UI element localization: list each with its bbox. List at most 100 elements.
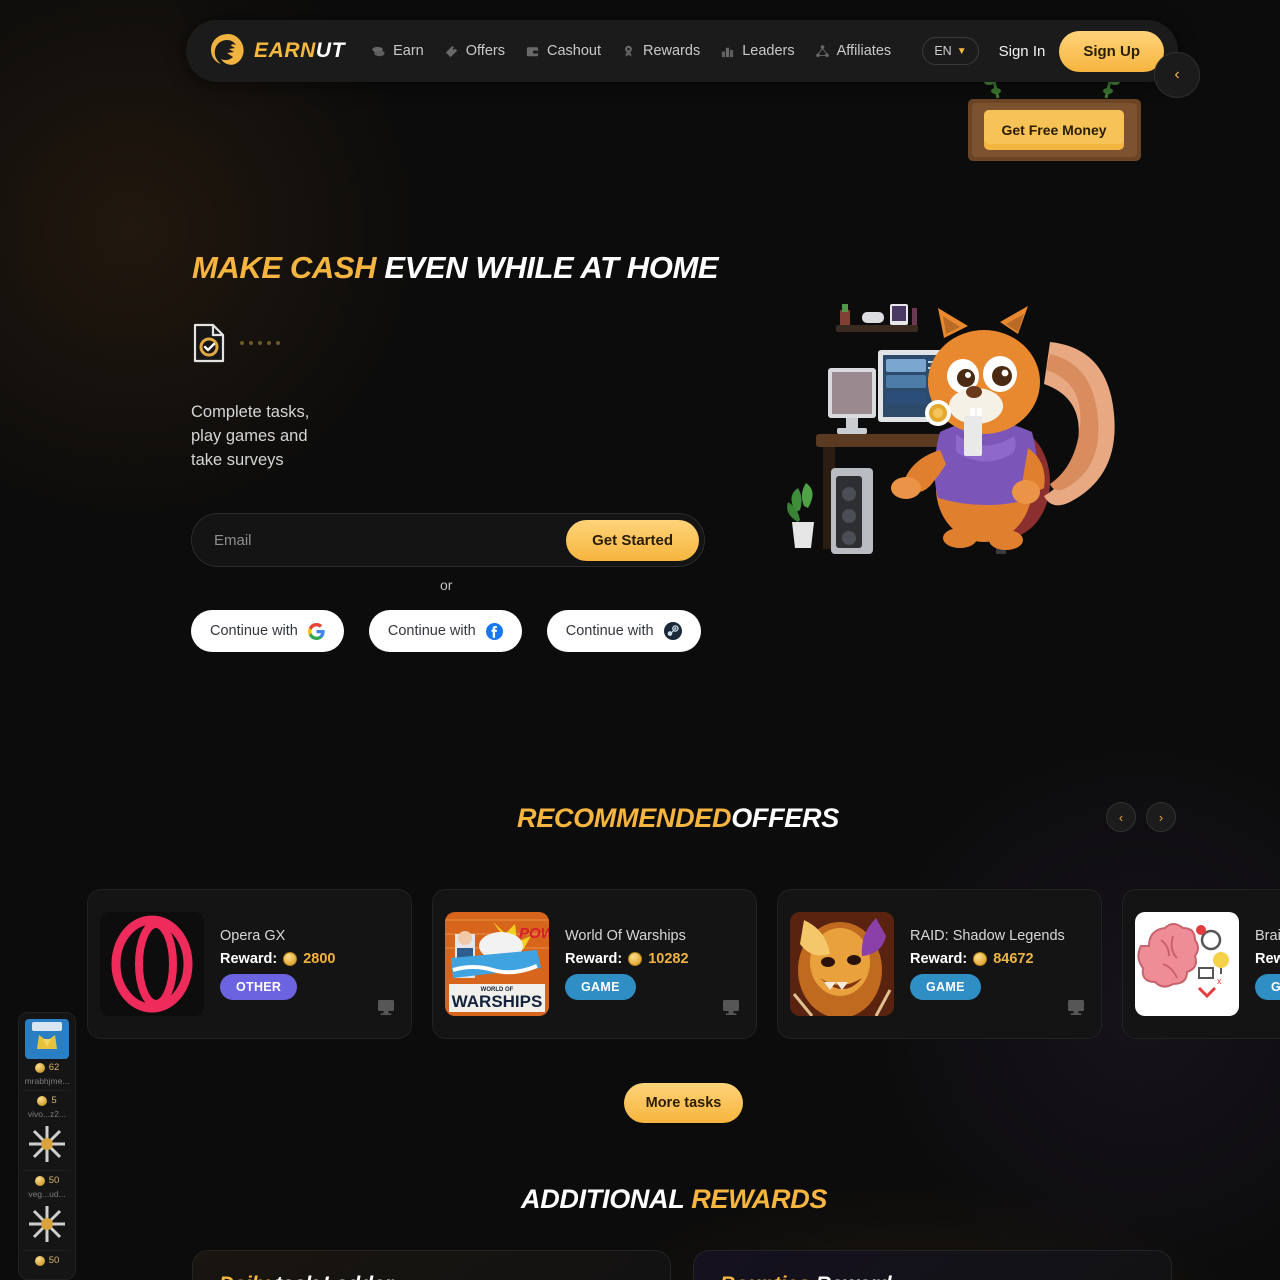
offer-category-badge: GAME [910,974,981,1000]
continue-with-steam-button[interactable]: Continue with [546,610,701,652]
hero-feature-row [192,322,280,364]
activity-feed-item[interactable]: 62 mrabhjme... [23,1019,71,1091]
svg-text:WORLD OF: WORLD OF [481,987,514,993]
coin-icon [37,1095,48,1106]
chevron-left-icon: ‹ [1118,809,1124,825]
offer-reward: Reward: 2800 [220,951,335,967]
squirrel-logo-icon [211,34,244,65]
medal-icon [625,45,632,57]
nav-item-cashout-label: Cashout [546,43,601,59]
share-network-icon [815,44,829,57]
nav-item-rewards[interactable]: Rewards [621,43,700,59]
more-tasks-button[interactable]: More tasks [624,1083,743,1123]
dart-wheel-icon [28,1125,66,1163]
world-of-warships-art: POW WARSHIPS WORLD OF [445,912,549,1016]
continue-with-steam-label: Continue with [565,623,654,639]
activity-feed-amount: 50 [34,1255,59,1266]
hero-title: MAKE CASH EVEN WHILE AT HOME [192,250,719,286]
coin-icon [34,1255,45,1266]
offer-name: RAID: Shadow Legends [910,928,1065,944]
offer-reward: Reward: 84672 [910,951,1065,967]
activity-feed-item[interactable]: 50 veg...ud... [23,1175,71,1251]
nav-item-cashout[interactable]: Cashout [525,43,601,59]
activity-feed-sidebar[interactable]: 62 mrabhjme... 5 vivo...z2... 50 veg...u… [18,1012,76,1280]
offer-reward-label: Reward: [220,951,278,967]
offer-card[interactable]: Opera GX Reward: 2800 OTHER [87,889,412,1039]
offers-carousel-prev-button[interactable]: ‹ [1106,802,1136,832]
recommended-offers-heading-white: OFFERS [731,803,839,833]
brain-puzzle-art: x [1135,912,1239,1016]
hero-title-white: EVEN WHILE AT HOME [384,250,719,285]
chevron-down-icon: ▼ [956,45,967,57]
offer-reward-value: 10282 [648,951,689,967]
nav-item-rewards-label: Rewards [642,43,701,59]
offer-reward-value: 2800 [303,951,336,967]
nav-item-affiliates[interactable]: Affiliates [815,43,892,59]
google-icon [307,622,325,640]
offer-reward-value: 84672 [993,951,1034,967]
offer-category-badge: OTHER [220,974,298,1000]
offer-thumbnail: x [1135,912,1239,1016]
sign-in-link[interactable]: Sign In [999,43,1046,60]
get-free-money-sign[interactable]: Get Free Money [962,71,1147,170]
nav-item-earn[interactable]: Earn [371,43,424,59]
offer-thumbnail [100,912,204,1016]
nav-item-affiliates-label: Affiliates [836,43,892,59]
offers-carousel-controls: ‹ › [1106,802,1176,832]
email-input[interactable] [214,531,567,549]
or-divider-label: or [440,577,453,593]
hero-title-gold: MAKE CASH [192,250,377,285]
svg-text:x: x [1217,976,1222,986]
reward-panel[interactable]: Daily task Ladder [192,1250,671,1280]
coins-icon [372,46,385,56]
chevron-left-icon: ‹ [1174,66,1180,83]
brand-name: EARNUT [254,39,345,63]
raid-shadow-legends-art [790,912,894,1016]
svg-text:POW: POW [519,925,549,942]
tag-icon [445,45,457,57]
nav-item-offers-label: Offers [465,43,505,59]
wallet-icon [526,46,539,56]
activity-feed-item[interactable]: 50 [23,1255,71,1270]
coin-icon [628,952,643,966]
chevron-right-icon: › [1158,809,1164,825]
continue-with-google-button[interactable]: Continue with [191,610,344,652]
additional-rewards-heading-white: ADDITIONAL [521,1184,684,1214]
reward-panel[interactable]: Bounties Reward [693,1250,1172,1280]
continue-with-facebook-button[interactable]: Continue with [368,610,522,652]
offer-card[interactable]: POW WARSHIPS WORLD OF World Of Warships … [432,889,757,1039]
reward-panel-title: Daily task Ladder [219,1273,644,1280]
get-free-money-label: Get Free Money [1001,122,1106,138]
activity-feed-amount: 62 [34,1062,60,1073]
sign-up-button[interactable]: Sign Up [1059,30,1164,72]
reward-panel-title-gold: Bounties [720,1273,810,1280]
additional-rewards-heading: ADDITIONAL REWARDS [521,1184,827,1215]
offer-card[interactable]: x Brain Test Reward: GAME [1122,889,1280,1039]
activity-feed-amount: 5 [37,1095,57,1106]
offer-details: Brain Test Reward: GAME [1255,928,1280,1000]
offer-details: Opera GX Reward: 2800 OTHER [220,928,335,1000]
email-signup-bar: Get Started [191,513,705,567]
offer-name: Brain Test [1255,928,1280,944]
offers-carousel: Opera GX Reward: 2800 OTHER PO WARSHIPS … [87,889,1280,1039]
recommended-offers-heading-gold: RECOMMENDED [517,803,732,833]
nav-item-offers[interactable]: Offers [444,43,505,59]
continue-with-facebook-label: Continue with [387,623,476,639]
activity-feed-item[interactable]: 5 vivo...z2... [23,1095,71,1171]
offer-card[interactable]: RAID: Shadow Legends Reward: 84672 GAME [777,889,1102,1039]
offers-carousel-next-button[interactable]: › [1146,802,1176,832]
activity-feed-amount-value: 62 [48,1062,60,1073]
nav-links: Earn Offers Cashout Rewards Leaders Affi… [371,43,922,59]
opera-gx-logo [100,912,204,1016]
facebook-icon [485,622,503,640]
sidebar-collapse-toggle[interactable]: ‹ [1154,52,1200,98]
offer-details: RAID: Shadow Legends Reward: 84672 GAME [910,928,1065,1000]
get-started-button[interactable]: Get Started [566,519,699,561]
activity-feed-username: mrabhjme... [24,1076,70,1086]
language-selector[interactable]: EN ▼ [922,37,979,65]
brand-logo-group[interactable]: EARNUT [208,32,345,70]
activity-feed-amount: 50 [34,1175,59,1186]
brand-name-white: UT [315,39,346,62]
language-value: EN [934,44,952,58]
nav-item-leaders[interactable]: Leaders [720,43,795,59]
